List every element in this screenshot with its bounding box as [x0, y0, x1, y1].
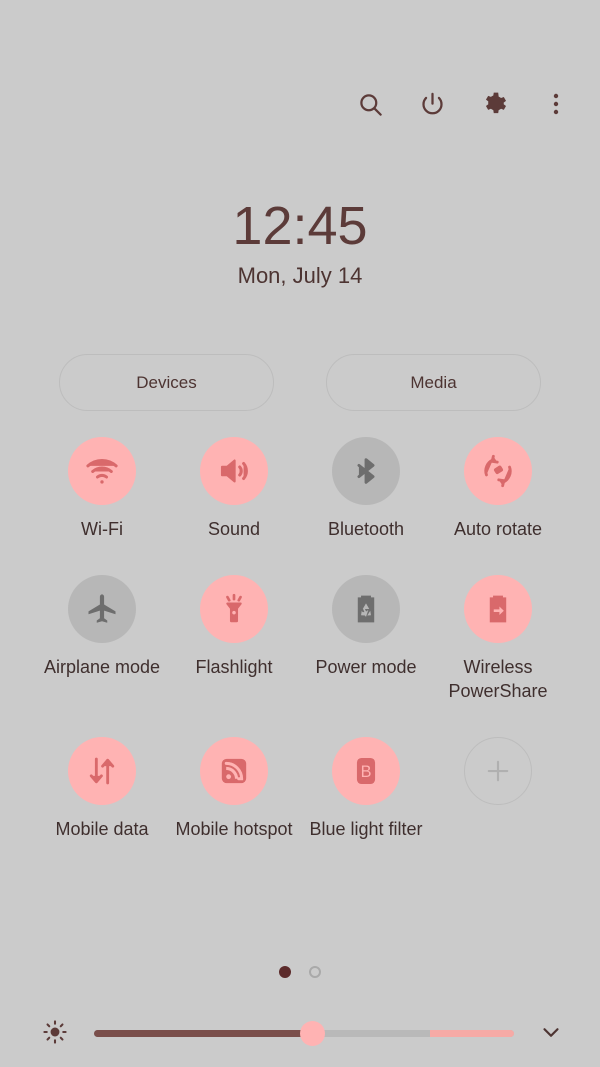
gear-icon[interactable] [478, 88, 510, 120]
toggle-label: Wi-Fi [81, 519, 123, 539]
brightness-thumb[interactable] [300, 1021, 326, 1046]
brightness-filled-segment [94, 1030, 313, 1037]
brightness-tail-segment [430, 1030, 514, 1037]
power-icon[interactable] [416, 88, 448, 120]
toggle-auto-rotate[interactable]: Auto rotate [432, 437, 564, 541]
toggle-airplane-mode[interactable]: Airplane mode [36, 575, 168, 703]
sound-icon[interactable] [200, 437, 268, 505]
toggle-label: Auto rotate [453, 519, 543, 539]
toggle-label: Power mode [315, 657, 417, 677]
quick-settings-panel: 12:45 Mon, July 14 Devices Media Wi-Fi S… [0, 0, 600, 1067]
search-icon[interactable] [354, 88, 386, 120]
clock-time[interactable]: 12:45 [0, 196, 600, 256]
toggle-label: Flashlight [195, 657, 273, 677]
toggle-power-mode[interactable]: Power mode [300, 575, 432, 703]
toggle-flashlight[interactable]: Flashlight [168, 575, 300, 703]
wifi-icon[interactable] [68, 437, 136, 505]
toggle-label: Bluetooth [327, 519, 405, 539]
brightness-slider[interactable] [94, 1015, 514, 1049]
toggle-mobile-hotspot[interactable]: Mobile hotspot [168, 737, 300, 841]
toggle-wireless-powershare[interactable]: Wireless PowerShare [432, 575, 564, 703]
clock-date[interactable]: Mon, July 14 [0, 263, 600, 289]
toggle-bluetooth[interactable]: Bluetooth [300, 437, 432, 541]
flashlight-icon[interactable] [200, 575, 268, 643]
page-dot-active[interactable] [279, 966, 291, 978]
page-indicator [0, 966, 600, 978]
add-icon[interactable] [464, 737, 532, 805]
add-toggle-button[interactable] [432, 737, 564, 841]
toggle-wifi[interactable]: Wi-Fi [36, 437, 168, 541]
media-button[interactable]: Media [326, 354, 541, 411]
bluetooth-icon[interactable] [332, 437, 400, 505]
chevron-down-icon[interactable] [534, 1015, 568, 1049]
brightness-sun-icon [38, 1015, 72, 1049]
mobile-data-icon[interactable] [68, 737, 136, 805]
svg-text:B: B [361, 763, 372, 781]
power-share-icon[interactable] [464, 575, 532, 643]
page-dot-inactive[interactable] [309, 966, 321, 978]
toggle-label: Mobile data [55, 819, 149, 839]
mobile-hotspot-icon[interactable] [200, 737, 268, 805]
more-vertical-icon[interactable] [540, 88, 572, 120]
clock-block: 12:45 Mon, July 14 [0, 196, 600, 289]
toggle-sound[interactable]: Sound [168, 437, 300, 541]
toggle-label: Wireless PowerShare [448, 657, 548, 701]
airplane-icon[interactable] [68, 575, 136, 643]
shortcut-row: Devices Media [59, 354, 541, 411]
toggle-label: Mobile hotspot [175, 819, 293, 839]
quick-settings-toolbar [354, 88, 572, 120]
quick-toggle-grid: Wi-Fi Sound Bluetooth Auto rotate Airpla… [36, 437, 564, 841]
toggle-label: Airplane mode [43, 657, 161, 677]
devices-button[interactable]: Devices [59, 354, 274, 411]
blue-light-icon[interactable]: B [332, 737, 400, 805]
toggle-label: Sound [207, 519, 261, 539]
brightness-bar [38, 1012, 568, 1052]
toggle-blue-light-filter[interactable]: B Blue light filter [300, 737, 432, 841]
power-mode-icon[interactable] [332, 575, 400, 643]
toggle-mobile-data[interactable]: Mobile data [36, 737, 168, 841]
toggle-label: Blue light filter [309, 819, 423, 839]
auto-rotate-icon[interactable] [464, 437, 532, 505]
